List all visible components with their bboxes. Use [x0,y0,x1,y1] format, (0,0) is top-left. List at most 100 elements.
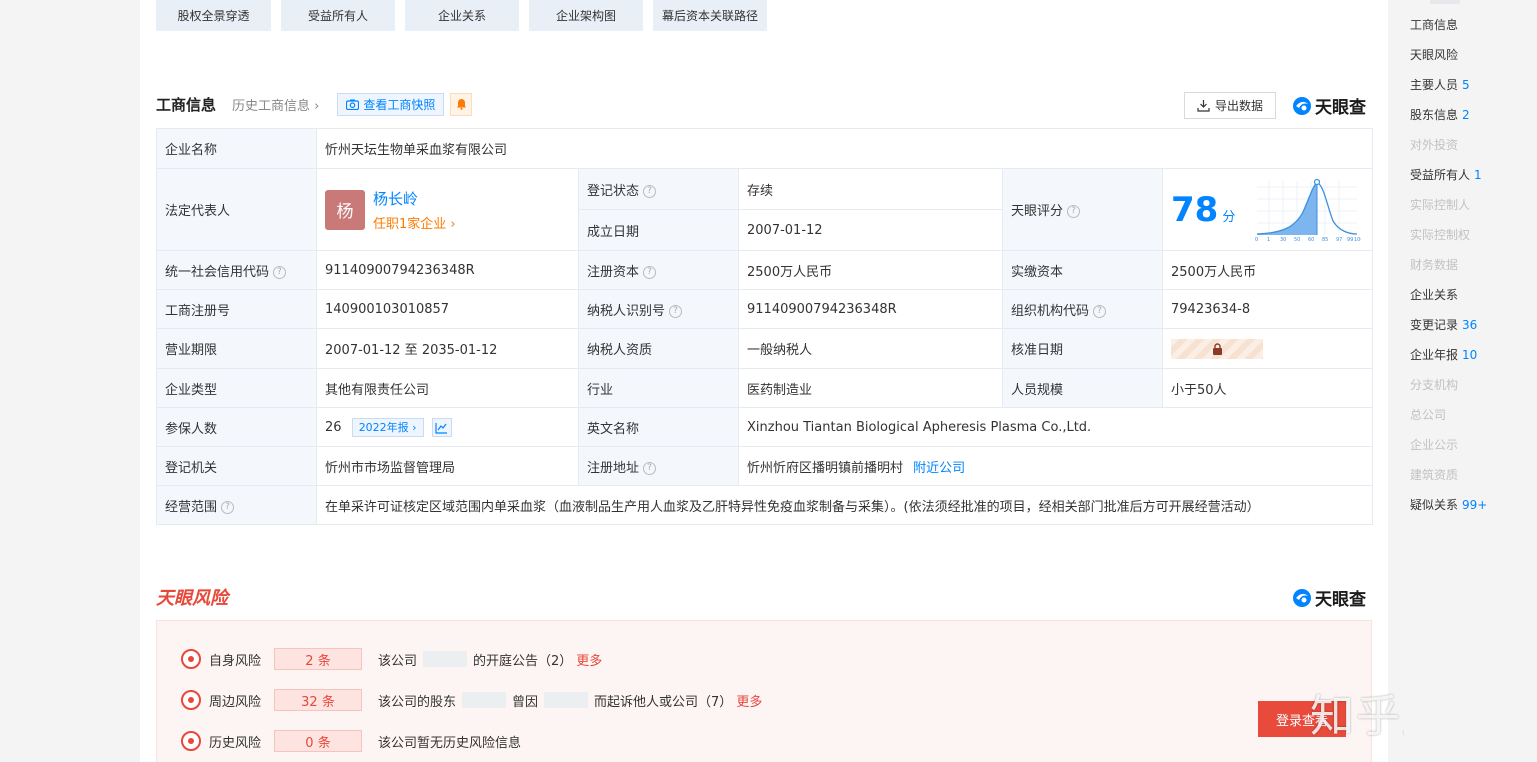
legal-rep-cell: 杨 杨长岭 任职1家企业 › [316,168,579,251]
list-item: 历史风险 0 条 该公司暂无历史风险信息 [181,730,521,752]
sidebar-item-head-office: 总公司 [1410,408,1447,422]
risk-text: 该公司 的开庭公告（2） 更多 [378,650,602,669]
help-icon[interactable]: ? [1093,304,1107,318]
reg-authority-value: 忻州市市场监督管理局 [316,446,579,486]
approve-date-label: 核准日期 [1002,328,1163,369]
biz-reg-no-value: 140900103010857 [316,289,579,329]
reg-capital-value: 2500万人民币 [738,250,1003,290]
bell-icon [456,99,466,110]
trend-button[interactable] [431,417,452,437]
risk-count[interactable]: 0 条 [274,730,362,752]
insured-year-button[interactable]: 2022年报 › [351,417,424,437]
sidebar-item-biz-info[interactable]: 工商信息 [1410,16,1462,33]
scope-label: 经营范围? [156,485,317,525]
export-button[interactable]: 导出数据 [1184,92,1276,119]
reg-capital-label: 注册资本? [578,250,739,290]
tab-equity-penetration[interactable]: 股权全景穿透 [156,0,271,31]
credit-code-label: 统一社会信用代码? [156,250,317,290]
staff-size-value: 小于50人 [1161,368,1374,408]
history-link[interactable]: 历史工商信息 › [232,95,319,114]
risk-name: 周边风险 [209,694,262,710]
industry-value: 医药制造业 [738,368,1003,408]
sidebar-item-shareholders[interactable]: 股东信息 2 [1410,106,1470,123]
history-risk-icon [181,731,201,751]
company-type-value: 其他有限责任公司 [316,368,579,408]
help-icon[interactable]: ? [643,184,657,198]
org-code-label: 组织机构代码? [1002,289,1163,329]
taxpayer-qual-value: 一般纳税人 [738,328,1003,369]
risk-count[interactable]: 2 条 [274,648,362,670]
sidebar-item-beneficial-owner[interactable]: 受益所有人 1 [1410,166,1482,183]
tab-capital-path[interactable]: 幕后资本关联路径 [653,0,767,31]
legal-rep-label: 法定代表人 [156,168,317,251]
sidebar-item-construction: 建筑资质 [1410,468,1459,482]
est-date-value: 2007-01-12 [738,209,1003,251]
tab-beneficial-owner[interactable]: 受益所有人 [281,0,395,31]
help-icon[interactable]: ? [1067,205,1081,218]
table-row: 工商注册号 140900103010857 纳税人识别号? 9114090079… [156,289,1374,329]
reg-address-value: 忻州忻府区播明镇前播明村 [747,460,904,476]
en-name-label: 英文名称 [578,407,739,447]
risk-section-title: 天眼风险 [156,588,228,609]
est-date-label: 成立日期 [578,209,739,251]
org-code-value: 79423634-8 [1161,289,1374,329]
help-icon[interactable]: ? [643,265,657,279]
surrounding-risk-icon [181,690,201,710]
score-value: 78 [1171,189,1219,230]
sidebar-item-suspected-relations[interactable]: 疑似关系 99+ [1410,496,1487,513]
score-unit: 分 [1222,210,1236,225]
nearby-companies-link[interactable]: 附近公司 [913,461,965,476]
biz-section-header: 工商信息 历史工商信息 › 查看工商快照 [156,92,473,116]
paid-capital-value: 2500万人民币 [1161,250,1374,290]
sidebar-item-control-right: 实际控制权 [1410,228,1471,242]
sidebar-item-relations[interactable]: 企业关系 [1410,286,1458,303]
table-row: 参保人数 26 2022年报 › 英文名称 Xinzhou Tiantan Bi… [156,407,1374,447]
tianyancha-logo: 天眼查 [1292,585,1366,610]
sidebar-item-changes[interactable]: 变更记录 36 [1410,316,1477,333]
table-row: 统一社会信用代码? 91140900794236348R 注册资本? 2500万… [156,250,1374,290]
term-value: 2007-01-12 至 2035-01-12 [316,328,579,369]
help-icon[interactable]: ? [643,461,657,475]
help-icon[interactable]: ? [221,500,235,514]
section-title: 工商信息 [156,95,217,114]
locked-field[interactable] [1171,338,1263,359]
list-item[interactable]: 周边风险 32 条 该公司的股东 曾因 而起诉他人或公司（7） 更多 [181,689,762,711]
list-item[interactable]: 自身风险 2 条 该公司 的开庭公告（2） 更多 [181,648,602,670]
svg-text:99: 99 [1347,237,1353,243]
legal-rep-name-link[interactable]: 杨长岭 [373,188,456,209]
reg-status-label: 登记状态? [578,168,739,210]
risk-panel: 自身风险 2 条 该公司 的开庭公告（2） 更多 周边风险 32 条 该公司的股东… [156,620,1372,762]
snapshot-button[interactable]: 查看工商快照 [337,92,445,116]
sidebar-item-risk[interactable]: 天眼风险 [1410,46,1462,63]
help-icon[interactable]: ? [669,304,683,318]
risk-name: 自身风险 [209,653,262,669]
camera-icon [346,99,360,110]
more-link[interactable]: 更多 [736,691,762,710]
more-link[interactable]: 更多 [576,650,602,669]
table-row: 法定代表人 杨 杨长岭 任职1家企业 › 登记状态? 存续 天眼评分? 78 分 [156,168,1374,251]
company-type-label: 企业类型 [156,368,317,408]
sidebar-item-branches: 分支机构 [1410,378,1459,392]
tab-company-relations[interactable]: 企业关系 [405,0,519,31]
sidebar-item-investments: 对外投资 [1410,138,1459,152]
legal-rep-more-link[interactable]: 任职1家企业 › [373,213,456,232]
staff-size-label: 人员规模 [1002,368,1163,408]
lock-icon [1212,342,1222,355]
tab-org-chart[interactable]: 企业架构图 [529,0,643,31]
top-tab-bar: 股权全景穿透 受益所有人 企业关系 企业架构图 幕后资本关联路径 [156,0,767,31]
credit-code-value: 91140900794236348R [316,250,579,290]
risk-name: 历史风险 [209,735,262,751]
biz-reg-no-label: 工商注册号 [156,289,317,329]
risk-text: 该公司的股东 曾因 而起诉他人或公司（7） 更多 [378,691,762,710]
sidebar-item-annual-reports[interactable]: 企业年报 10 [1410,346,1477,363]
approve-date-value[interactable] [1161,328,1374,369]
svg-text:85: 85 [1322,237,1328,243]
score-cell[interactable]: 78 分 0 1 30 50 60 85 97 99100 [1161,168,1374,251]
sidebar-item-key-people[interactable]: 主要人员 5 [1410,76,1470,93]
table-row: 经营范围? 在单采许可证核定区域范围内单采血浆（血液制品生产用人血浆及乙肝特异性… [156,485,1374,525]
svg-text:60: 60 [1308,237,1314,243]
risk-count[interactable]: 32 条 [274,689,362,711]
help-icon[interactable]: ? [273,265,287,279]
reg-address-cell: 忻州忻府区播明镇前播明村 附近公司 [737,446,1374,486]
bell-button[interactable] [450,92,473,116]
